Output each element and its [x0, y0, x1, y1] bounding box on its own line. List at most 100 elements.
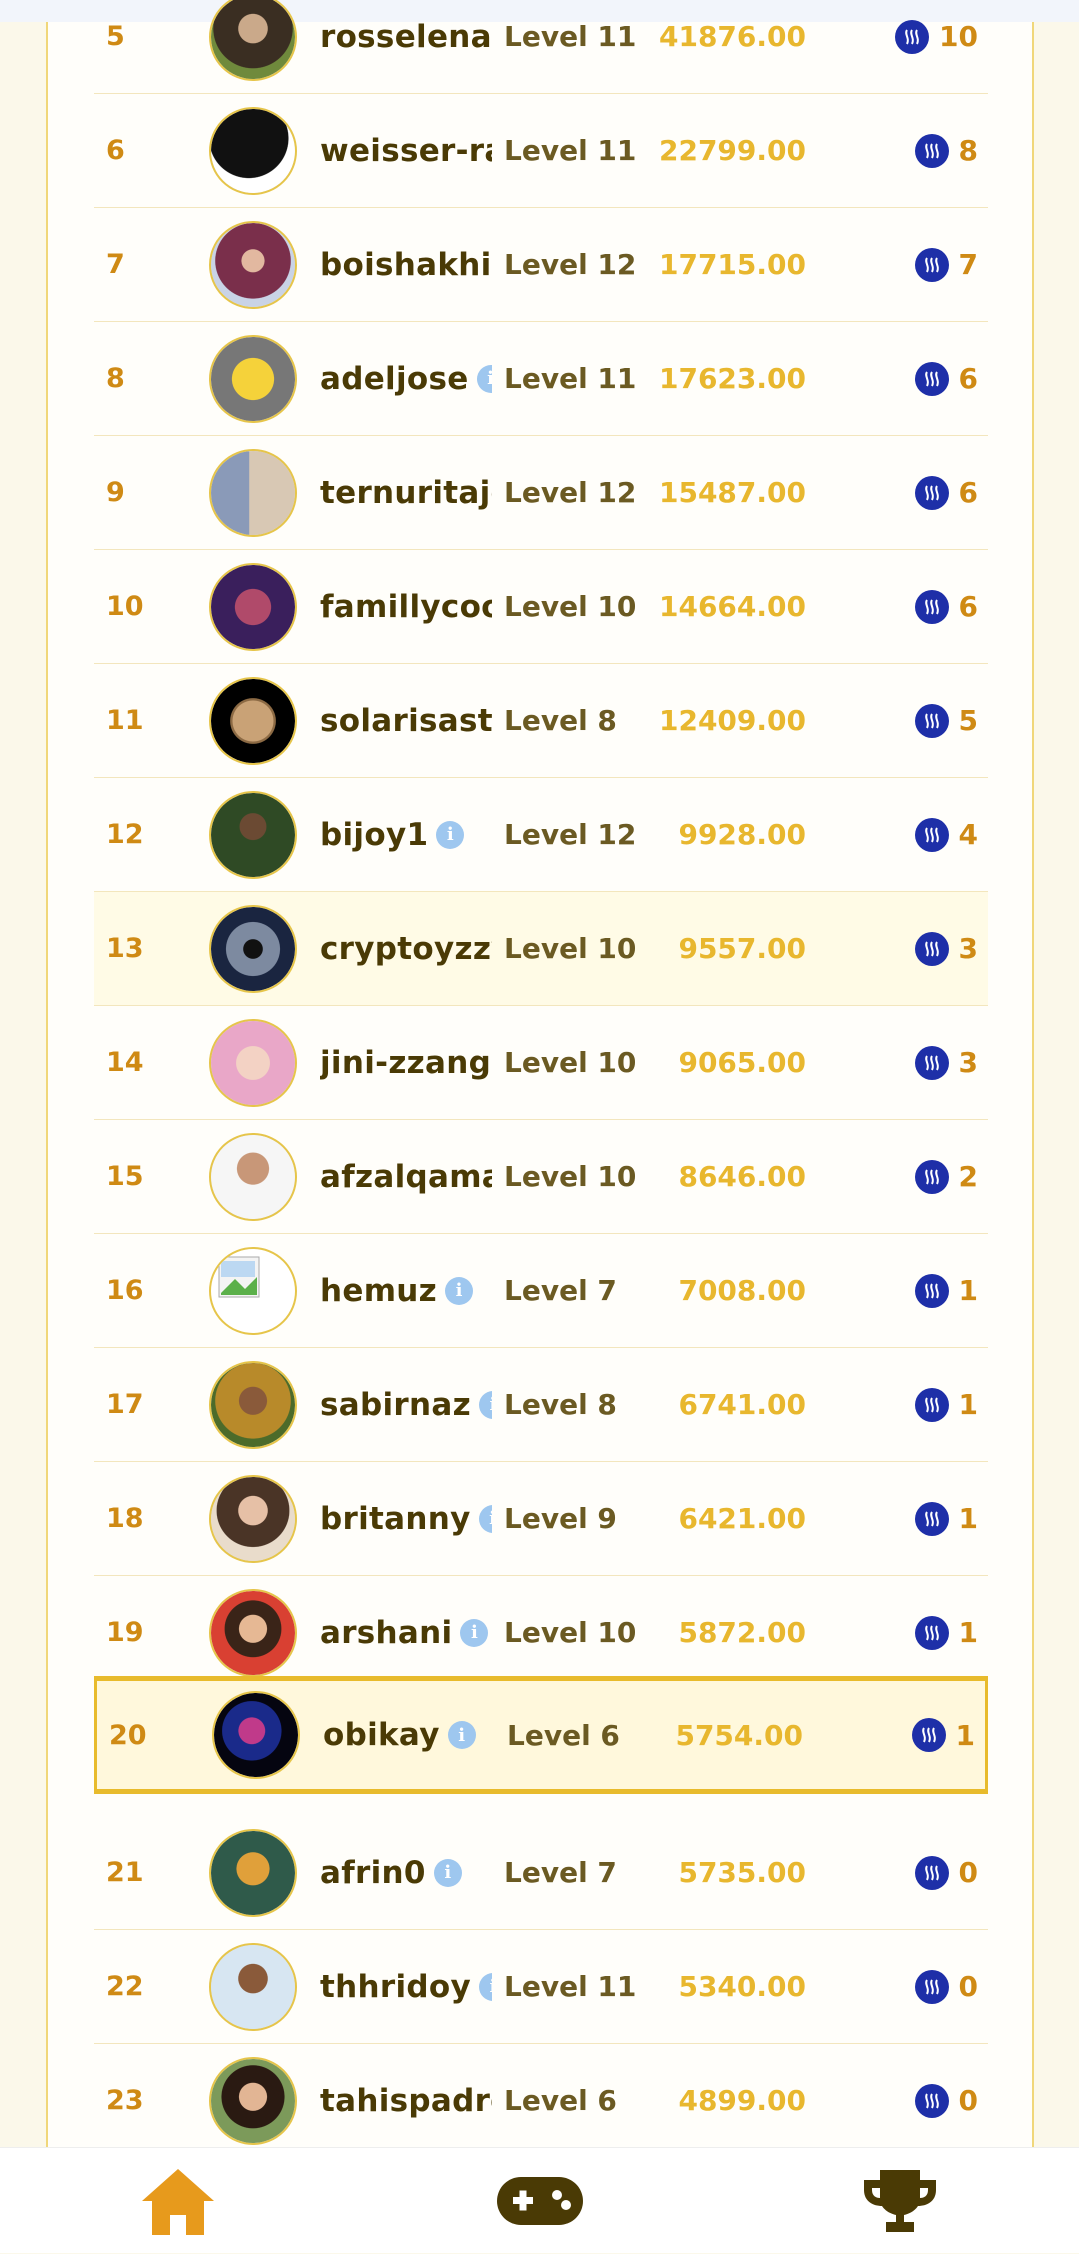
- username: bijoy1: [320, 816, 429, 853]
- username-cell[interactable]: solarisastral: [320, 664, 492, 777]
- level-label: Level 12: [504, 818, 637, 851]
- username-cell[interactable]: jini-zzang i: [320, 1006, 492, 1119]
- username: weisser-rabe: [320, 132, 492, 169]
- rank-number: 20: [109, 1719, 147, 1751]
- avatar[interactable]: [209, 1474, 297, 1563]
- nav-home-button[interactable]: [118, 2148, 238, 2254]
- username-cell[interactable]: sabirnaz i: [320, 1348, 492, 1461]
- rank-number: 17: [106, 1389, 144, 1420]
- username-cell[interactable]: afrin0 i: [320, 1816, 492, 1929]
- leaderboard-row[interactable]: 7 boishakhi123 Level 12 17715.00 7: [94, 208, 988, 322]
- avatar[interactable]: [209, 1942, 297, 2031]
- leaderboard-row[interactable]: 21 afrin0 i Level 7 5735.00 0: [94, 1816, 988, 1930]
- username: afzalqamar: [320, 1158, 492, 1195]
- username-cell[interactable]: thhridoy i: [320, 1930, 492, 2043]
- leaderboard-list: 5 rosselena i Level 11 41876.00 10 6 wei…: [94, 0, 988, 2147]
- points-value: 9928.00: [678, 818, 806, 851]
- level-label: Level 10: [504, 590, 637, 623]
- avatar[interactable]: [209, 904, 297, 993]
- leaderboard-row[interactable]: 5 rosselena i Level 11 41876.00 10: [94, 0, 988, 94]
- level-label: Level 12: [504, 476, 637, 509]
- leaderboard-row[interactable]: 16 hemuz i Level 7 7008.00 1: [94, 1234, 988, 1348]
- avatar[interactable]: [209, 676, 297, 765]
- points-value: 14664.00: [658, 590, 806, 623]
- avatar[interactable]: [209, 1588, 297, 1677]
- info-icon[interactable]: i: [478, 1390, 492, 1419]
- avatar[interactable]: [209, 334, 297, 423]
- avatar[interactable]: [209, 1246, 297, 1335]
- username: arshani: [320, 1614, 453, 1651]
- leaderboard-row[interactable]: 8 adeljose i Level 11 17623.00 6: [94, 322, 988, 436]
- username-cell[interactable]: hemuz i: [320, 1234, 492, 1347]
- info-icon[interactable]: i: [478, 1504, 492, 1533]
- steem-icon: [914, 1501, 949, 1536]
- info-icon[interactable]: i: [445, 1276, 474, 1305]
- username-cell[interactable]: famillycool: [320, 550, 492, 663]
- avatar[interactable]: [209, 2056, 297, 2145]
- current-user-row[interactable]: 20 obikay i Level 6 5754.00 1: [94, 1676, 988, 1794]
- leaderboard-row[interactable]: 9 ternuritajessy Level 12 15487.00 6: [94, 436, 988, 550]
- reward: 3: [914, 892, 978, 1005]
- username-cell[interactable]: obikay i: [323, 1681, 495, 1789]
- points-value: 22799.00: [658, 134, 806, 167]
- username-cell[interactable]: afzalqamar: [320, 1120, 492, 1233]
- reward-count: 8: [958, 134, 978, 167]
- avatar[interactable]: [212, 1691, 300, 1779]
- leaderboard-row[interactable]: 14 jini-zzang i Level 10 9065.00 3: [94, 1006, 988, 1120]
- info-icon[interactable]: i: [447, 1721, 476, 1749]
- leaderboard-row[interactable]: 13 cryptoyzzy Level 10 9557.00 3: [94, 892, 988, 1006]
- avatar[interactable]: [209, 220, 297, 309]
- reward-count: 1: [958, 1388, 978, 1421]
- leaderboard-row[interactable]: 11 solarisastral Level 8 12409.00 5: [94, 664, 988, 778]
- leaderboard-row[interactable]: 22 thhridoy i Level 11 5340.00 0: [94, 1930, 988, 2044]
- rank-number: 5: [106, 21, 125, 52]
- leaderboard-row[interactable]: 18 britanny i Level 9 6421.00 1: [94, 1462, 988, 1576]
- rank-number: 15: [106, 1161, 144, 1192]
- leaderboard-row[interactable]: 19 arshani i Level 10 5872.00 1: [94, 1576, 988, 1690]
- info-icon[interactable]: i: [478, 1972, 492, 2001]
- nav-leaderboard-button[interactable]: [840, 2148, 960, 2254]
- reward-count: 10: [939, 20, 978, 53]
- username-cell[interactable]: weisser-rabe: [320, 94, 492, 207]
- avatar[interactable]: [209, 1828, 297, 1917]
- avatar[interactable]: [209, 562, 297, 651]
- steem-icon: [914, 1273, 949, 1308]
- info-icon[interactable]: i: [476, 364, 492, 393]
- nav-games-button[interactable]: [480, 2148, 600, 2254]
- avatar[interactable]: [209, 106, 297, 195]
- username-cell[interactable]: ternuritajessy: [320, 436, 492, 549]
- reward-count: 6: [958, 362, 978, 395]
- reward: 10: [895, 0, 978, 93]
- username-cell[interactable]: britanny i: [320, 1462, 492, 1575]
- reward-count: 2: [958, 1160, 978, 1193]
- leaderboard-row[interactable]: 10 famillycool Level 10 14664.00 6: [94, 550, 988, 664]
- avatar[interactable]: [209, 0, 297, 81]
- info-icon[interactable]: i: [433, 1858, 462, 1887]
- username-cell[interactable]: adeljose i: [320, 322, 492, 435]
- leaderboard-row[interactable]: 17 sabirnaz i Level 8 6741.00 1: [94, 1348, 988, 1462]
- avatar[interactable]: [209, 1360, 297, 1449]
- username-cell[interactable]: cryptoyzzy: [320, 892, 492, 1005]
- points-value: 4899.00: [678, 2084, 806, 2117]
- leaderboard-row[interactable]: 12 bijoy1 i Level 12 9928.00 4: [94, 778, 988, 892]
- avatar[interactable]: [209, 1018, 297, 1107]
- info-icon[interactable]: i: [460, 1618, 489, 1647]
- points-value: 12409.00: [658, 704, 806, 737]
- rank-number: 12: [106, 819, 144, 850]
- username-cell[interactable]: bijoy1 i: [320, 778, 492, 891]
- avatar[interactable]: [209, 1132, 297, 1221]
- reward: 0: [914, 2044, 978, 2147]
- username-cell[interactable]: rosselena i: [320, 0, 492, 93]
- leaderboard-row[interactable]: 6 weisser-rabe Level 11 22799.00 8: [94, 94, 988, 208]
- username-cell[interactable]: arshani i: [320, 1576, 492, 1689]
- points-value: 5735.00: [678, 1856, 806, 1889]
- info-icon[interactable]: i: [436, 820, 465, 849]
- leaderboard-row[interactable]: 23 tahispadron Level 6 4899.00 0: [94, 2044, 988, 2147]
- username-cell[interactable]: boishakhi123: [320, 208, 492, 321]
- reward-count: 1: [958, 1274, 978, 1307]
- username: obikay: [323, 1717, 440, 1753]
- avatar[interactable]: [209, 448, 297, 537]
- username-cell[interactable]: tahispadron: [320, 2044, 492, 2147]
- avatar[interactable]: [209, 790, 297, 879]
- leaderboard-row[interactable]: 15 afzalqamar Level 10 8646.00 2: [94, 1120, 988, 1234]
